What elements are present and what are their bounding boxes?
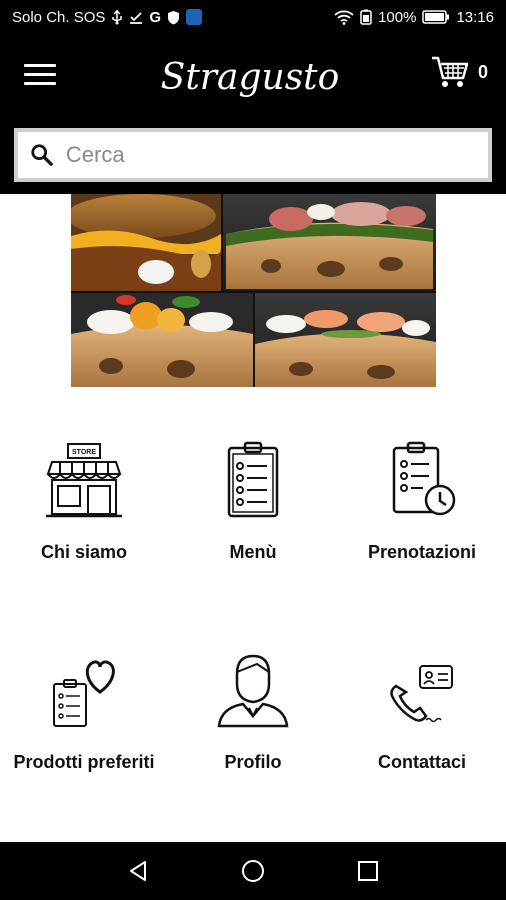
status-bar: Solo Ch. SOS G 100% 13:16 [0,0,506,34]
search-icon [31,144,53,166]
cart-button[interactable]: 0 [430,54,488,90]
battery-percent: 100% [378,8,417,26]
tile-label: Menù [229,542,277,562]
clipboard-heart-icon [53,660,115,727]
tile-label: Chi siamo [40,542,128,562]
wifi-icon [334,10,354,25]
tile-label: Profilo [224,752,282,772]
tile-chi-siamo[interactable]: STORE Chi siamo [0,440,168,600]
phone-contact-icon [390,665,453,723]
carrier-label: Solo Ch. SOS [12,8,106,26]
food-collage-image [71,194,436,387]
recents-icon[interactable] [348,851,388,891]
shield-icon [167,10,180,25]
clipboard-checklist-icon [227,441,279,518]
shopping-cart-icon [431,56,469,87]
tile-profilo[interactable]: Profilo [169,650,337,810]
system-nav-bar [0,842,506,900]
hamburger-menu-icon[interactable] [24,64,56,90]
tile-menu[interactable]: Menù [169,440,337,600]
clipboard-clock-icon [392,441,456,516]
app-bar: Stragusto 0 [0,34,506,194]
tile-prenotazioni[interactable]: Prenotazioni [338,440,506,600]
store-sign-text: STORE [72,449,96,456]
home-icon[interactable] [233,851,273,891]
google-icon: G [149,8,162,26]
tile-label: Prodotti preferiti [13,752,155,772]
clock: 13:16 [456,8,494,26]
back-icon[interactable] [118,851,158,891]
usb-icon [111,9,123,25]
search-input[interactable] [65,142,476,168]
battery-saver-icon [360,9,372,25]
tile-label: Contattaci [377,752,466,772]
brand-logo: Stragusto [160,57,340,98]
store-icon: STORE [46,443,122,518]
tile-contattaci[interactable]: Contattaci [338,650,506,810]
search-bar [14,128,492,182]
tile-prodotti-preferiti[interactable]: Prodotti preferiti [0,650,168,810]
app-notification-icon [186,9,203,25]
banner-image [71,194,436,387]
tile-label: Prenotazioni [367,542,476,562]
person-icon [217,654,289,728]
cart-count: 0 [477,61,488,82]
battery-icon [422,10,450,24]
download-check-icon [129,10,143,24]
